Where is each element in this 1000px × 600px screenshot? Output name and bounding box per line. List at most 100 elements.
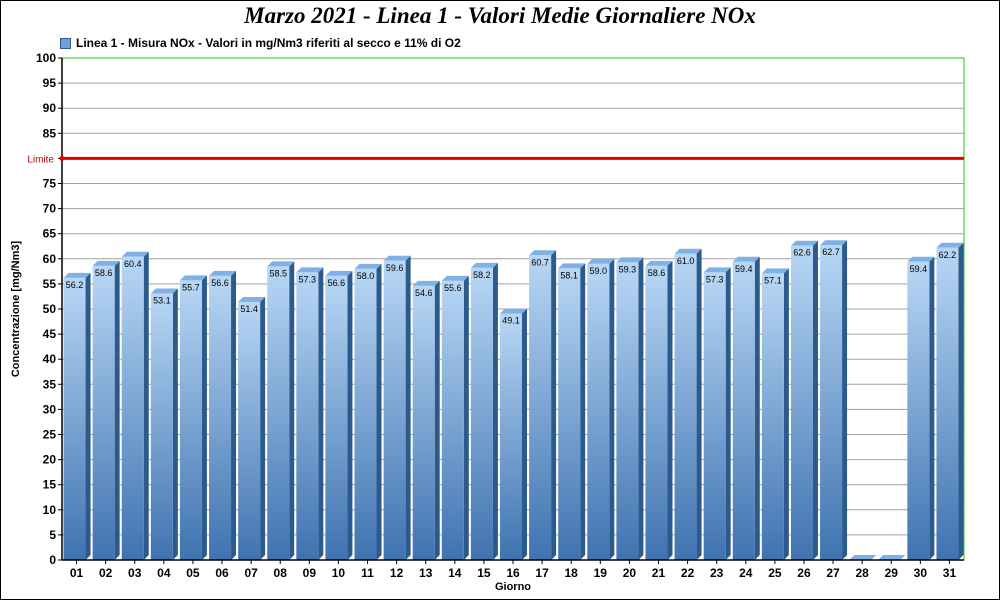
data-label: 58.1 [560, 270, 578, 280]
x-tick-label: 04 [157, 566, 171, 580]
data-label: 57.3 [299, 274, 317, 284]
bar [325, 270, 353, 560]
data-label: 58.6 [648, 268, 666, 278]
bar-side [376, 263, 382, 560]
data-label: 62.6 [793, 248, 811, 258]
data-label: 60.4 [124, 259, 142, 269]
bar-front [267, 266, 290, 560]
bar-side [696, 248, 702, 560]
y-tick-label: 25 [43, 428, 57, 442]
x-tick-label: 20 [623, 566, 637, 580]
bar-side [463, 275, 469, 560]
data-label: 59.4 [910, 264, 928, 274]
x-tick-label: 23 [710, 566, 724, 580]
y-tick-label: 60 [43, 252, 57, 266]
bar-front [936, 247, 959, 561]
y-tick-label: 10 [43, 503, 57, 517]
bar-side [492, 262, 498, 560]
bar [790, 240, 818, 561]
x-tick-label: 17 [535, 566, 549, 580]
bar-side [201, 275, 207, 560]
data-label: 62.2 [939, 250, 957, 260]
bar-side [551, 250, 557, 560]
data-label: 58.0 [357, 271, 375, 281]
bar-front [179, 280, 202, 560]
bar-front [296, 272, 319, 560]
x-tick-label: 02 [99, 566, 113, 580]
x-tick-label: 08 [274, 566, 288, 580]
x-tick-label: 12 [390, 566, 404, 580]
bar [907, 256, 935, 560]
bar [92, 260, 120, 560]
data-label: 61.0 [677, 256, 695, 266]
data-label: 56.2 [66, 280, 84, 290]
bar [558, 263, 586, 560]
y-tick-label: 5 [49, 528, 56, 542]
bar-front [383, 260, 406, 560]
y-tick-label: 40 [43, 352, 57, 366]
data-label: 59.3 [619, 264, 637, 274]
data-label: 55.7 [182, 282, 200, 292]
data-label: 56.6 [328, 278, 346, 288]
bar [936, 242, 964, 561]
bar-front [325, 275, 348, 560]
bar [150, 288, 178, 560]
bar-side [754, 256, 760, 560]
bar [383, 255, 411, 561]
bar [238, 296, 266, 560]
data-label: 58.5 [269, 268, 287, 278]
bar [267, 261, 295, 560]
bar-side [783, 268, 789, 560]
bar [441, 275, 469, 560]
bar-front [732, 261, 755, 560]
x-tick-label: 26 [797, 566, 811, 580]
bar-side [522, 308, 527, 560]
bar-side [172, 288, 178, 560]
bar-front [529, 255, 552, 560]
x-tick-label: 29 [885, 566, 899, 580]
bar-side [638, 257, 644, 560]
y-tick-label: 0 [49, 553, 56, 567]
x-tick-label: 01 [70, 566, 84, 580]
x-tick-label: 31 [943, 566, 957, 580]
x-tick-label: 07 [244, 566, 258, 580]
y-tick-label: 90 [43, 101, 57, 115]
bar-front [820, 245, 843, 560]
bar [121, 251, 149, 561]
x-tick-label: 13 [419, 566, 433, 580]
y-tick-label: 35 [43, 377, 57, 391]
y-tick-label: 70 [43, 202, 57, 216]
y-tick-label: 20 [43, 453, 57, 467]
x-tick-label: 05 [186, 566, 200, 580]
data-label: 59.6 [386, 263, 404, 273]
x-tick-label: 27 [826, 566, 840, 580]
bar-side [231, 270, 237, 560]
y-tick-label: 55 [43, 277, 57, 291]
y-tick-label: 95 [43, 76, 57, 90]
x-axis-title: Giorno [495, 581, 531, 593]
bar-front [238, 301, 261, 560]
bar-front [209, 275, 232, 560]
data-label: 62.7 [822, 247, 840, 257]
data-label: 59.0 [590, 266, 608, 276]
data-label: 59.4 [735, 264, 753, 274]
bar-side [114, 260, 120, 560]
bar-chart: 56.2 58.6 60.4 53.1 55.7 56.6 51.4 58.5 57.3 56.6… [10, 51, 965, 593]
y-tick-label: 30 [43, 402, 57, 416]
bar-front [500, 313, 522, 560]
bar [820, 240, 848, 560]
x-tick-label: 16 [506, 566, 520, 580]
bar-front [412, 285, 435, 560]
bar [645, 260, 673, 560]
bar-front [790, 245, 813, 561]
bar [470, 262, 498, 560]
bar [761, 268, 789, 560]
bar-side [85, 272, 91, 560]
bar-side [667, 260, 673, 560]
x-tick-label: 22 [681, 566, 695, 580]
y-axis-title: Concentrazione [mg/Nm3] [10, 241, 22, 378]
bar-side [842, 240, 848, 560]
data-label: 58.6 [95, 268, 113, 278]
data-label: 49.1 [502, 316, 520, 326]
y-tick-label: 50 [43, 302, 57, 316]
